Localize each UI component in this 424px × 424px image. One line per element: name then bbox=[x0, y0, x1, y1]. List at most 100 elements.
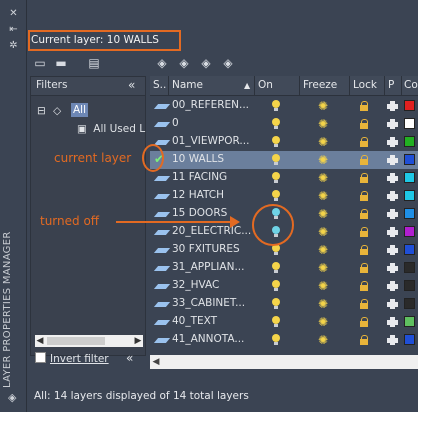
plot-printer-icon[interactable] bbox=[387, 191, 398, 201]
freeze-sun-icon[interactable]: ✺ bbox=[318, 207, 328, 221]
layer-status-icon[interactable] bbox=[153, 230, 171, 235]
properties-gear-icon[interactable]: ✲ bbox=[8, 40, 19, 51]
layer-status-icon[interactable] bbox=[153, 302, 171, 307]
layer-color-swatch[interactable] bbox=[404, 226, 415, 237]
lightbulb-on-icon[interactable] bbox=[272, 136, 280, 148]
layer-name[interactable]: 0 bbox=[172, 117, 179, 129]
layer-color-swatch[interactable] bbox=[404, 280, 415, 291]
lightbulb-on-icon[interactable] bbox=[272, 118, 280, 130]
layer-color-swatch[interactable] bbox=[404, 154, 415, 165]
layer-name[interactable]: 41_ANNOTA... bbox=[172, 333, 244, 345]
layer-color-swatch[interactable] bbox=[404, 208, 415, 219]
layer-status-icon[interactable] bbox=[153, 122, 171, 127]
table-row[interactable]: 40_TEXT ✺ bbox=[150, 313, 418, 331]
freeze-sun-icon[interactable]: ✺ bbox=[318, 279, 328, 293]
plot-printer-icon[interactable] bbox=[387, 335, 398, 345]
freeze-sun-icon[interactable]: ✺ bbox=[318, 261, 328, 275]
freeze-sun-icon[interactable]: ✺ bbox=[318, 189, 328, 203]
layer-status-icon[interactable] bbox=[153, 104, 171, 109]
layer-status-icon[interactable] bbox=[153, 176, 171, 181]
layer-color-swatch[interactable] bbox=[404, 190, 415, 201]
invert-filter-control[interactable]: Invert filter « bbox=[35, 351, 133, 365]
delete-layer-icon[interactable]: ◈ bbox=[198, 56, 214, 70]
column-header-on[interactable]: On bbox=[258, 79, 273, 91]
tree-expand-icon[interactable]: ⊟ bbox=[37, 105, 46, 117]
plot-printer-icon[interactable] bbox=[387, 173, 398, 183]
column-header-plot[interactable]: P bbox=[388, 79, 394, 91]
unlocked-padlock-icon[interactable] bbox=[359, 173, 369, 183]
tree-node-all-used[interactable]: ▣ All Used L bbox=[77, 123, 145, 135]
layer-name[interactable]: 32_HVAC bbox=[172, 279, 219, 291]
auto-hide-icon[interactable]: ⇤ bbox=[8, 24, 19, 35]
layer-name[interactable]: 31_APPLIAN... bbox=[172, 261, 244, 273]
plot-printer-icon[interactable] bbox=[387, 137, 398, 147]
layer-status-icon[interactable] bbox=[153, 266, 171, 271]
layer-name[interactable]: 10 WALLS bbox=[172, 153, 224, 165]
layer-name[interactable]: 11 FACING bbox=[172, 171, 227, 183]
plot-printer-icon[interactable] bbox=[387, 317, 398, 327]
unlocked-padlock-icon[interactable] bbox=[359, 119, 369, 129]
layer-name[interactable]: 15 DOORS bbox=[172, 207, 227, 219]
unlocked-padlock-icon[interactable] bbox=[359, 209, 369, 219]
unlocked-padlock-icon[interactable] bbox=[359, 137, 369, 147]
column-header-name[interactable]: Name bbox=[172, 79, 203, 91]
plot-printer-icon[interactable] bbox=[387, 245, 398, 255]
lightbulb-on-icon[interactable] bbox=[272, 172, 280, 184]
new-property-filter-icon[interactable]: ▭ bbox=[32, 56, 48, 70]
table-row[interactable]: 41_ANNOTA... ✺ bbox=[150, 331, 418, 349]
tree-node-all[interactable]: ⊟ ◇ All bbox=[37, 103, 89, 117]
scroll-thumb[interactable] bbox=[47, 337, 105, 345]
lightbulb-on-icon[interactable] bbox=[272, 190, 280, 202]
freeze-sun-icon[interactable]: ✺ bbox=[318, 117, 328, 131]
plot-printer-icon[interactable] bbox=[387, 155, 398, 165]
lightbulb-on-icon[interactable] bbox=[272, 100, 280, 112]
table-row[interactable]: 0 ✺ bbox=[150, 115, 418, 133]
layer-status-icon[interactable] bbox=[153, 194, 171, 199]
scroll-right-icon[interactable]: ▶ bbox=[133, 335, 143, 347]
new-layer-vp-frozen-icon[interactable]: ◈ bbox=[176, 56, 192, 70]
layer-status-icon[interactable] bbox=[153, 338, 171, 343]
unlocked-padlock-icon[interactable] bbox=[359, 263, 369, 273]
layer-status-icon[interactable] bbox=[153, 320, 171, 325]
freeze-sun-icon[interactable]: ✺ bbox=[318, 315, 328, 329]
layer-name[interactable]: 12 HATCH bbox=[172, 189, 224, 201]
unlocked-padlock-icon[interactable] bbox=[359, 227, 369, 237]
layer-color-swatch[interactable] bbox=[404, 172, 415, 183]
layer-name[interactable]: 33_CABINET... bbox=[172, 297, 245, 309]
unlocked-padlock-icon[interactable] bbox=[359, 317, 369, 327]
unlocked-padlock-icon[interactable] bbox=[359, 245, 369, 255]
layer-color-swatch[interactable] bbox=[404, 298, 415, 309]
grid-horizontal-scrollbar[interactable]: ◀ bbox=[150, 355, 418, 369]
layer-color-swatch[interactable] bbox=[404, 100, 415, 111]
unlocked-padlock-icon[interactable] bbox=[359, 101, 369, 111]
unlocked-padlock-icon[interactable] bbox=[359, 191, 369, 201]
layer-name[interactable]: 00_REFEREN... bbox=[172, 99, 249, 111]
invert-filter-checkbox[interactable] bbox=[35, 352, 46, 363]
layer-name[interactable]: 40_TEXT bbox=[172, 315, 217, 327]
scroll-left-icon[interactable]: ◀ bbox=[150, 355, 162, 369]
table-row[interactable]: 00_REFEREN... ✺ bbox=[150, 97, 418, 115]
layer-color-swatch[interactable] bbox=[404, 136, 415, 147]
collapse-filters-icon[interactable]: « bbox=[128, 78, 135, 92]
freeze-sun-icon[interactable]: ✺ bbox=[318, 225, 328, 239]
layer-name[interactable]: 30 FXITURES bbox=[172, 243, 240, 255]
filters-horizontal-scrollbar[interactable]: ◀ ▶ bbox=[35, 335, 143, 347]
plot-printer-icon[interactable] bbox=[387, 281, 398, 291]
table-row[interactable]: 31_APPLIAN... ✺ bbox=[150, 259, 418, 277]
new-layer-icon[interactable]: ◈ bbox=[154, 56, 170, 70]
column-header-freeze[interactable]: Freeze bbox=[303, 79, 337, 91]
unlocked-padlock-icon[interactable] bbox=[359, 335, 369, 345]
plot-printer-icon[interactable] bbox=[387, 101, 398, 111]
unlocked-padlock-icon[interactable] bbox=[359, 281, 369, 291]
plot-printer-icon[interactable] bbox=[387, 263, 398, 273]
table-row[interactable]: 33_CABINET... ✺ bbox=[150, 295, 418, 313]
layer-name[interactable]: 01_VIEWPOR... bbox=[172, 135, 249, 147]
freeze-sun-icon[interactable]: ✺ bbox=[318, 99, 328, 113]
set-current-icon[interactable]: ◈ bbox=[220, 56, 236, 70]
close-icon[interactable]: ✕ bbox=[8, 8, 19, 19]
layer-status-icon[interactable] bbox=[153, 212, 171, 217]
table-row[interactable]: 32_HVAC ✺ bbox=[150, 277, 418, 295]
layer-status-icon[interactable] bbox=[153, 284, 171, 289]
layer-color-swatch[interactable] bbox=[404, 118, 415, 129]
table-row[interactable]: ✔ 10 WALLS ✺ bbox=[150, 151, 418, 169]
